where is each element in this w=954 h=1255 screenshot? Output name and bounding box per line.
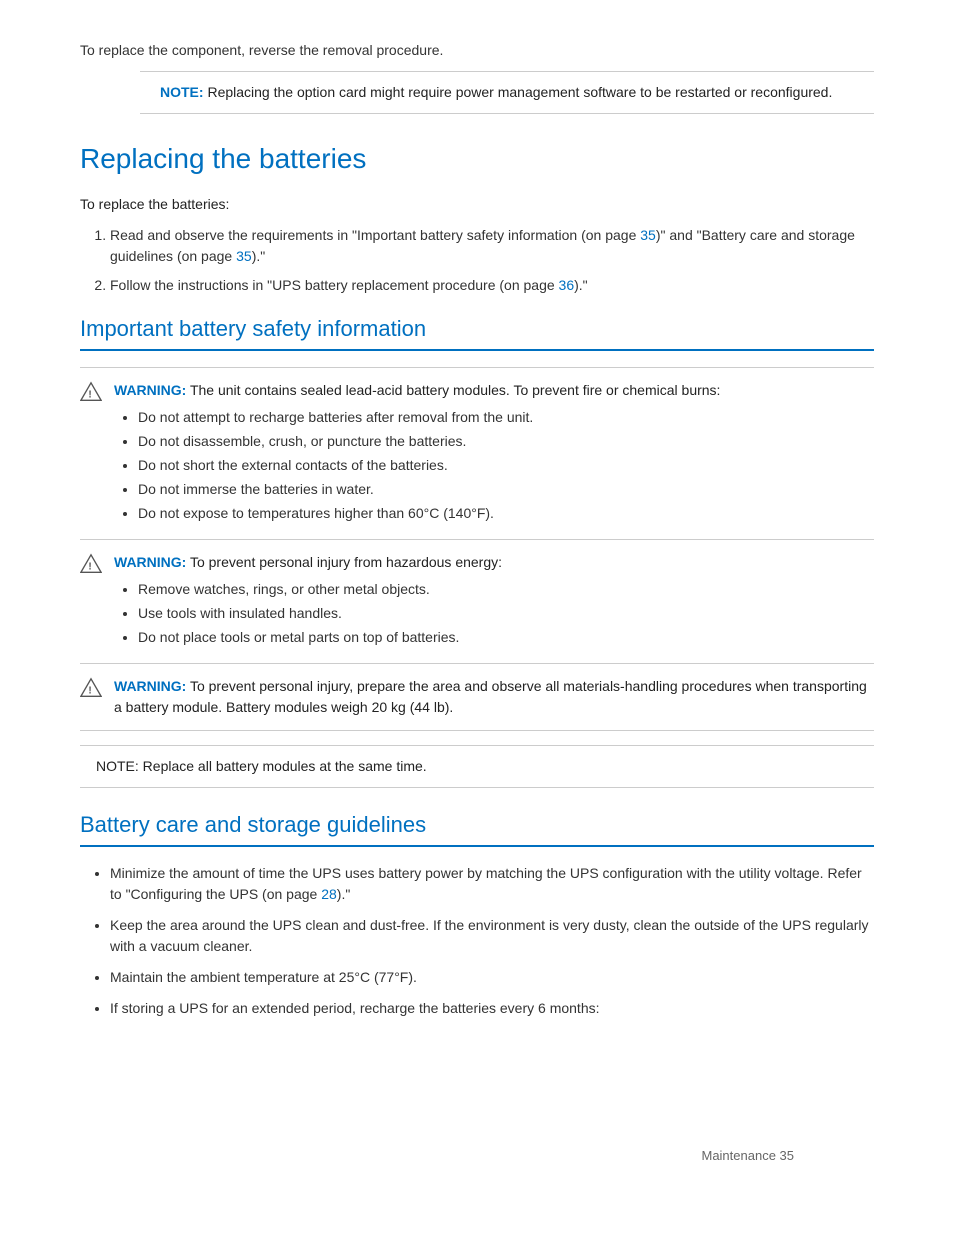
step2-text-after: ).": [574, 277, 588, 293]
replace-batteries-steps: Read and observe the requirements in "Im…: [110, 225, 874, 296]
warning-3-text: To prevent personal injury, prepare the …: [114, 678, 867, 715]
warning-1-text: The unit contains sealed lead-acid batte…: [190, 382, 720, 398]
battery-care-title: Battery care and storage guidelines: [80, 808, 874, 847]
bullet: Do not disassemble, crush, or puncture t…: [138, 431, 720, 452]
svg-text:!: !: [88, 390, 91, 401]
svg-text:!: !: [88, 562, 91, 573]
note-box-battery-modules: NOTE: Replace all battery modules at the…: [80, 745, 874, 788]
care-item-3-text: Maintain the ambient temperature at 25°C…: [110, 969, 417, 985]
step1-text-before: Read and observe the requirements in "Im…: [110, 227, 640, 243]
replace-batteries-intro: To replace the batteries:: [80, 194, 874, 215]
note-batteries-label: NOTE:: [96, 758, 139, 774]
warning-2-label: WARNING:: [114, 554, 186, 570]
step2-link[interactable]: 36: [559, 277, 575, 293]
note-box-option-card: NOTE: Replacing the option card might re…: [140, 71, 874, 114]
warning-icon-2: !: [80, 553, 102, 575]
svg-text:!: !: [88, 686, 91, 697]
step-1: Read and observe the requirements in "Im…: [110, 225, 874, 267]
note-text: Replacing the option card might require …: [204, 84, 833, 100]
care-item-1: Minimize the amount of time the UPS uses…: [110, 863, 874, 905]
step1-link1[interactable]: 35: [640, 227, 656, 243]
warnings-container: ! WARNING: The unit contains sealed lead…: [80, 367, 874, 731]
warning-2: ! WARNING: To prevent personal injury fr…: [80, 539, 874, 663]
warning-icon-1: !: [80, 381, 102, 403]
warning-2-content: WARNING: To prevent personal injury from…: [114, 552, 502, 651]
battery-care-list: Minimize the amount of time the UPS uses…: [110, 863, 874, 1019]
bullet: Do not immerse the batteries in water.: [138, 479, 720, 500]
care-item-1-text: Minimize the amount of time the UPS uses…: [110, 865, 862, 902]
bullet: Do not place tools or metal parts on top…: [138, 627, 502, 648]
care-item-2: Keep the area around the UPS clean and d…: [110, 915, 874, 957]
warning-2-bullets: Remove watches, rings, or other metal ob…: [138, 579, 502, 648]
page-wrapper: To replace the component, reverse the re…: [80, 40, 874, 1195]
step1-link2[interactable]: 35: [236, 248, 252, 264]
page-footer: Maintenance 35: [701, 1146, 794, 1166]
step-2: Follow the instructions in "UPS battery …: [110, 275, 874, 296]
bullet: Remove watches, rings, or other metal ob…: [138, 579, 502, 600]
warning-1: ! WARNING: The unit contains sealed lead…: [80, 368, 874, 539]
bullet: Do not expose to temperatures higher tha…: [138, 503, 720, 524]
note-batteries-text: Replace all battery modules at the same …: [139, 758, 427, 774]
care-item-4-text: If storing a UPS for an extended period,…: [110, 1000, 600, 1016]
step2-text-before: Follow the instructions in "UPS battery …: [110, 277, 559, 293]
warning-1-content: WARNING: The unit contains sealed lead-a…: [114, 380, 720, 527]
care-item-1-after: ).": [337, 886, 351, 902]
warning-2-text: To prevent personal injury from hazardou…: [190, 554, 502, 570]
warning-1-label: WARNING:: [114, 382, 186, 398]
note-label: NOTE:: [160, 84, 204, 100]
warning-3-label: WARNING:: [114, 678, 186, 694]
bullet: Do not attempt to recharge batteries aft…: [138, 407, 720, 428]
care-item-2-text: Keep the area around the UPS clean and d…: [110, 917, 869, 954]
warning-3: ! WARNING: To prevent personal injury, p…: [80, 663, 874, 730]
step1-text-after: ).": [252, 248, 266, 264]
bullet: Do not short the external contacts of th…: [138, 455, 720, 476]
bullet: Use tools with insulated handles.: [138, 603, 502, 624]
warning-icon-3: !: [80, 677, 102, 699]
warning-1-bullets: Do not attempt to recharge batteries aft…: [138, 407, 720, 524]
important-battery-safety-title: Important battery safety information: [80, 312, 874, 351]
replacing-batteries-title: Replacing the batteries: [80, 138, 874, 180]
care-item-3: Maintain the ambient temperature at 25°C…: [110, 967, 874, 988]
warning-3-content: WARNING: To prevent personal injury, pre…: [114, 676, 874, 718]
intro-paragraph: To replace the component, reverse the re…: [80, 40, 874, 61]
care-item-1-link[interactable]: 28: [321, 886, 337, 902]
care-item-4: If storing a UPS for an extended period,…: [110, 998, 874, 1019]
